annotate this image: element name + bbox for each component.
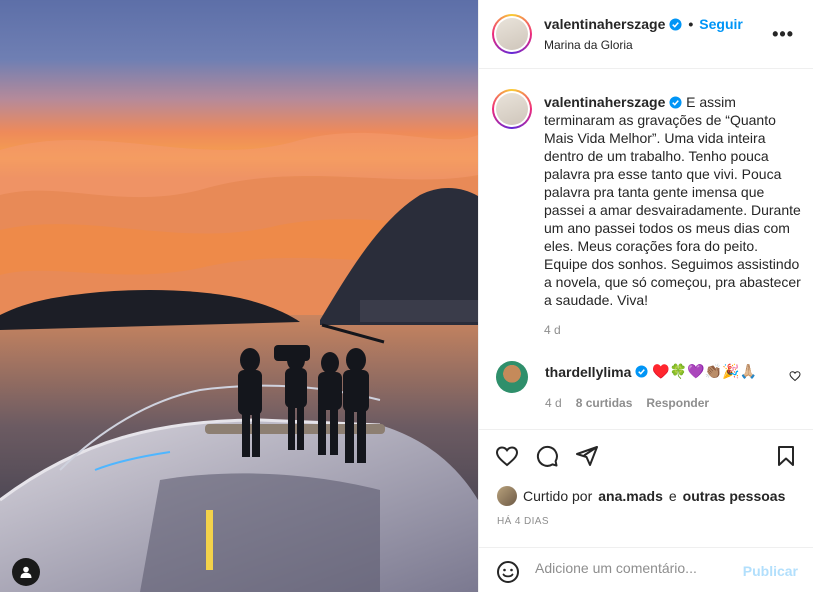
like-comment-button[interactable] (789, 369, 801, 387)
likes-prefix: Curtido por (523, 488, 593, 504)
sunset-boat-image (0, 0, 478, 592)
commenter-avatar[interactable] (496, 361, 528, 393)
verified-badge-icon (669, 96, 682, 109)
tagged-users-button[interactable] (12, 558, 40, 586)
comment-text: ♥️🍀💜👏🏽🎉🙏🏼 (652, 363, 757, 379)
post-date[interactable]: HÁ 4 DIAS (497, 516, 549, 527)
commenter-username[interactable]: thardellylima (545, 364, 631, 380)
follow-button[interactable]: Seguir (699, 16, 743, 32)
comment-button[interactable] (535, 444, 559, 473)
post-caption: valentinaherszage E assim terminaram as … (544, 93, 804, 309)
likes-summary: Curtido por ana.mads e outras pessoas (497, 486, 785, 506)
post-location[interactable]: Marina da Gloria (544, 38, 633, 52)
liker-username[interactable]: ana.mads (598, 488, 663, 504)
likes-conj: e (668, 488, 677, 504)
add-comment-bar: Publicar (479, 547, 813, 592)
verified-badge-icon (635, 365, 648, 378)
smiley-icon (497, 561, 519, 583)
author-avatar[interactable] (492, 14, 532, 54)
heart-icon (495, 446, 519, 467)
like-button[interactable] (495, 444, 519, 473)
separator-dot: • (688, 16, 694, 32)
comment-time[interactable]: 4 d (545, 396, 562, 410)
comment-meta: 4 d 8 curtidas Responder (545, 396, 709, 410)
more-icon: ••• (772, 24, 794, 44)
post-details-panel: valentinaherszage • Seguir Marina da Glo… (478, 0, 813, 592)
liker-avatar[interactable] (497, 486, 517, 506)
likes-others-link[interactable]: outras pessoas (683, 488, 786, 504)
post-header: valentinaherszage • Seguir Marina da Glo… (479, 0, 813, 69)
publish-button[interactable]: Publicar (743, 563, 798, 579)
bookmark-icon (778, 446, 794, 466)
author-username[interactable]: valentinaherszage (544, 16, 665, 32)
user-icon (20, 566, 32, 578)
author-line: valentinaherszage • Seguir (544, 16, 743, 32)
reply-button[interactable]: Responder (646, 396, 709, 410)
heart-icon (789, 371, 801, 382)
share-button[interactable] (575, 444, 599, 473)
caption-time[interactable]: 4 d (544, 323, 561, 337)
action-bar (479, 429, 813, 479)
emoji-button[interactable] (496, 560, 520, 589)
caption-text: E assim terminaram as gravações de “Quan… (544, 94, 801, 308)
comment-icon (536, 445, 558, 467)
caption-avatar[interactable] (492, 89, 532, 129)
caption-username[interactable]: valentinaherszage (544, 94, 665, 110)
paper-plane-icon (576, 446, 598, 466)
comment-likes[interactable]: 8 curtidas (576, 396, 633, 410)
save-button[interactable] (774, 444, 798, 473)
more-options-button[interactable]: ••• (772, 24, 794, 45)
post-photo[interactable] (0, 0, 478, 592)
comment-input[interactable] (535, 560, 735, 576)
verified-badge-icon (669, 17, 682, 31)
comments-section[interactable]: valentinaherszage E assim terminaram as … (479, 69, 813, 429)
comment: thardellylima ♥️🍀💜👏🏽🎉🙏🏼 (545, 363, 757, 380)
